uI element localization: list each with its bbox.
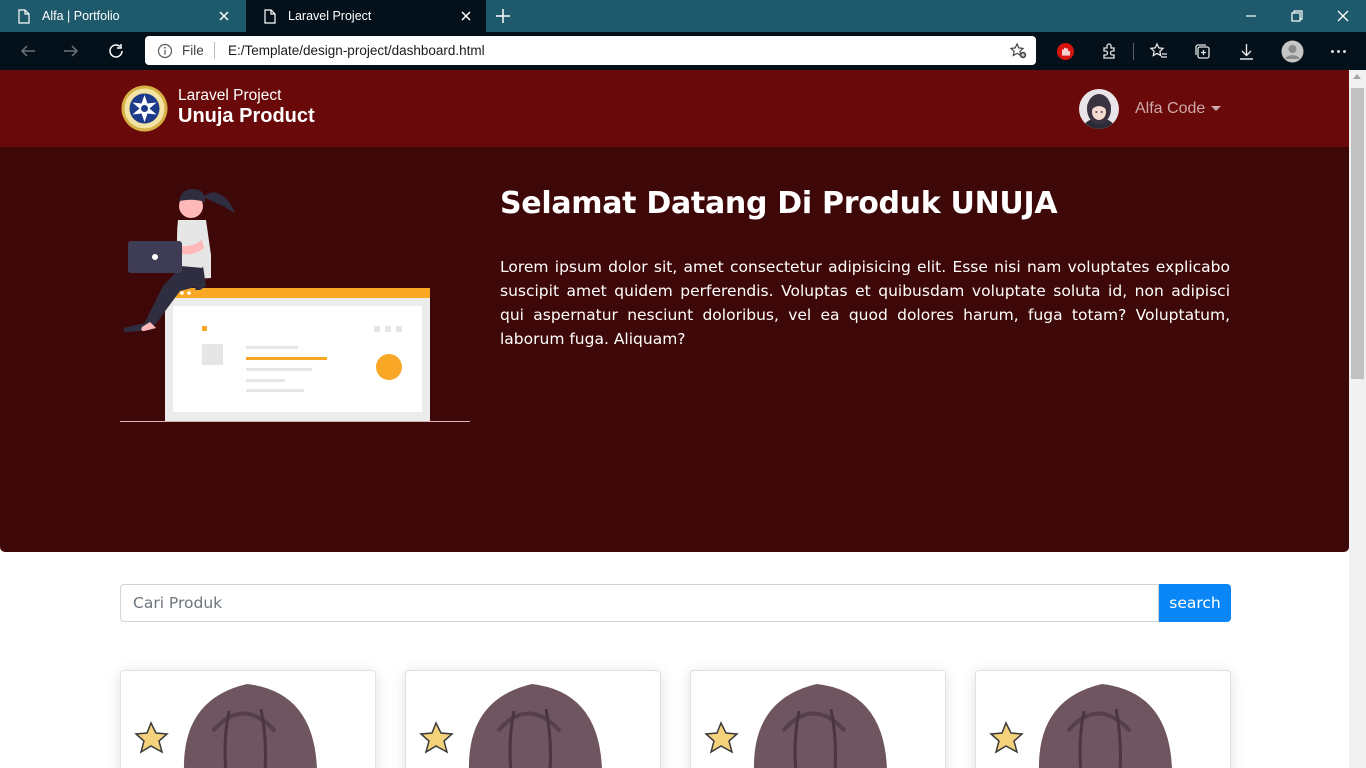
product-card[interactable]: [120, 670, 376, 768]
hero-title: Selamat Datang Di Produk UNUJA: [500, 186, 1058, 221]
toolbar-divider: [1133, 43, 1134, 60]
hero-section: Selamat Datang Di Produk UNUJA Lorem ips…: [0, 147, 1349, 552]
close-icon[interactable]: [216, 8, 232, 24]
collections-icon[interactable]: [1193, 42, 1212, 61]
site-navbar: Laravel Project Unuja Product Alfa Code: [0, 70, 1349, 147]
user-avatar[interactable]: [1079, 89, 1119, 129]
browser-tab-laravel[interactable]: Laravel Project: [246, 0, 486, 32]
profile-icon[interactable]: [1281, 40, 1304, 63]
tab-title: Laravel Project: [288, 9, 372, 23]
back-arrow-icon[interactable]: [19, 42, 37, 60]
address-url[interactable]: E:/Template/design-project/dashboard.htm…: [228, 43, 485, 58]
refresh-icon[interactable]: [107, 42, 125, 60]
scroll-up-arrow-icon[interactable]: [1353, 74, 1361, 79]
close-window-icon[interactable]: [1335, 8, 1351, 24]
hero-description: Lorem ipsum dolor sit, amet consectetur …: [500, 258, 1230, 348]
product-search-form: search: [120, 584, 1231, 622]
more-menu-icon[interactable]: [1329, 42, 1348, 61]
address-bar[interactable]: File E:/Template/design-project/dashboar…: [145, 36, 1036, 65]
info-icon[interactable]: [157, 43, 173, 59]
product-card[interactable]: [690, 670, 946, 768]
forward-arrow-icon[interactable]: [62, 42, 80, 60]
page-icon: [264, 8, 276, 24]
user-dropdown-toggle[interactable]: Alfa Code: [1135, 100, 1205, 118]
search-button[interactable]: search: [1159, 584, 1231, 622]
brand-title[interactable]: Unuja Product: [178, 105, 315, 128]
add-favorite-icon[interactable]: [1009, 42, 1027, 60]
new-tab-icon[interactable]: [494, 7, 512, 25]
product-card[interactable]: [405, 670, 661, 768]
product-search-input[interactable]: [120, 584, 1159, 622]
product-image[interactable]: [976, 671, 1230, 768]
working-woman-illustration: [120, 189, 470, 422]
product-image[interactable]: [691, 671, 945, 768]
browser-tab-strip: Alfa | Portfolio Laravel Project: [0, 0, 1366, 32]
university-logo[interactable]: [121, 85, 168, 132]
scrollbar-thumb[interactable]: [1351, 88, 1364, 379]
minimize-icon[interactable]: [1243, 8, 1259, 24]
tab-title: Alfa | Portfolio: [42, 9, 120, 23]
address-divider: [214, 42, 215, 59]
browser-tab-portfolio[interactable]: Alfa | Portfolio: [0, 0, 244, 32]
page-viewport: Laravel Project Unuja Product Alfa Code: [0, 70, 1349, 768]
brand-subtitle[interactable]: Laravel Project: [178, 87, 281, 105]
chevron-down-icon[interactable]: [1211, 106, 1221, 111]
page-scrollbar[interactable]: [1349, 70, 1366, 768]
browser-toolbar: File E:/Template/design-project/dashboar…: [0, 32, 1366, 70]
address-protocol: File: [182, 43, 204, 58]
product-image[interactable]: [121, 671, 375, 768]
close-icon[interactable]: [458, 8, 474, 24]
download-icon[interactable]: [1237, 42, 1256, 61]
extensions-icon[interactable]: [1100, 42, 1119, 61]
page-icon: [18, 8, 30, 24]
product-image[interactable]: [406, 671, 660, 768]
favorites-icon[interactable]: [1149, 42, 1168, 61]
product-card-grid: [120, 670, 1231, 768]
product-card[interactable]: [975, 670, 1231, 768]
restore-icon[interactable]: [1289, 8, 1305, 24]
extension-hand-icon[interactable]: [1056, 42, 1075, 61]
